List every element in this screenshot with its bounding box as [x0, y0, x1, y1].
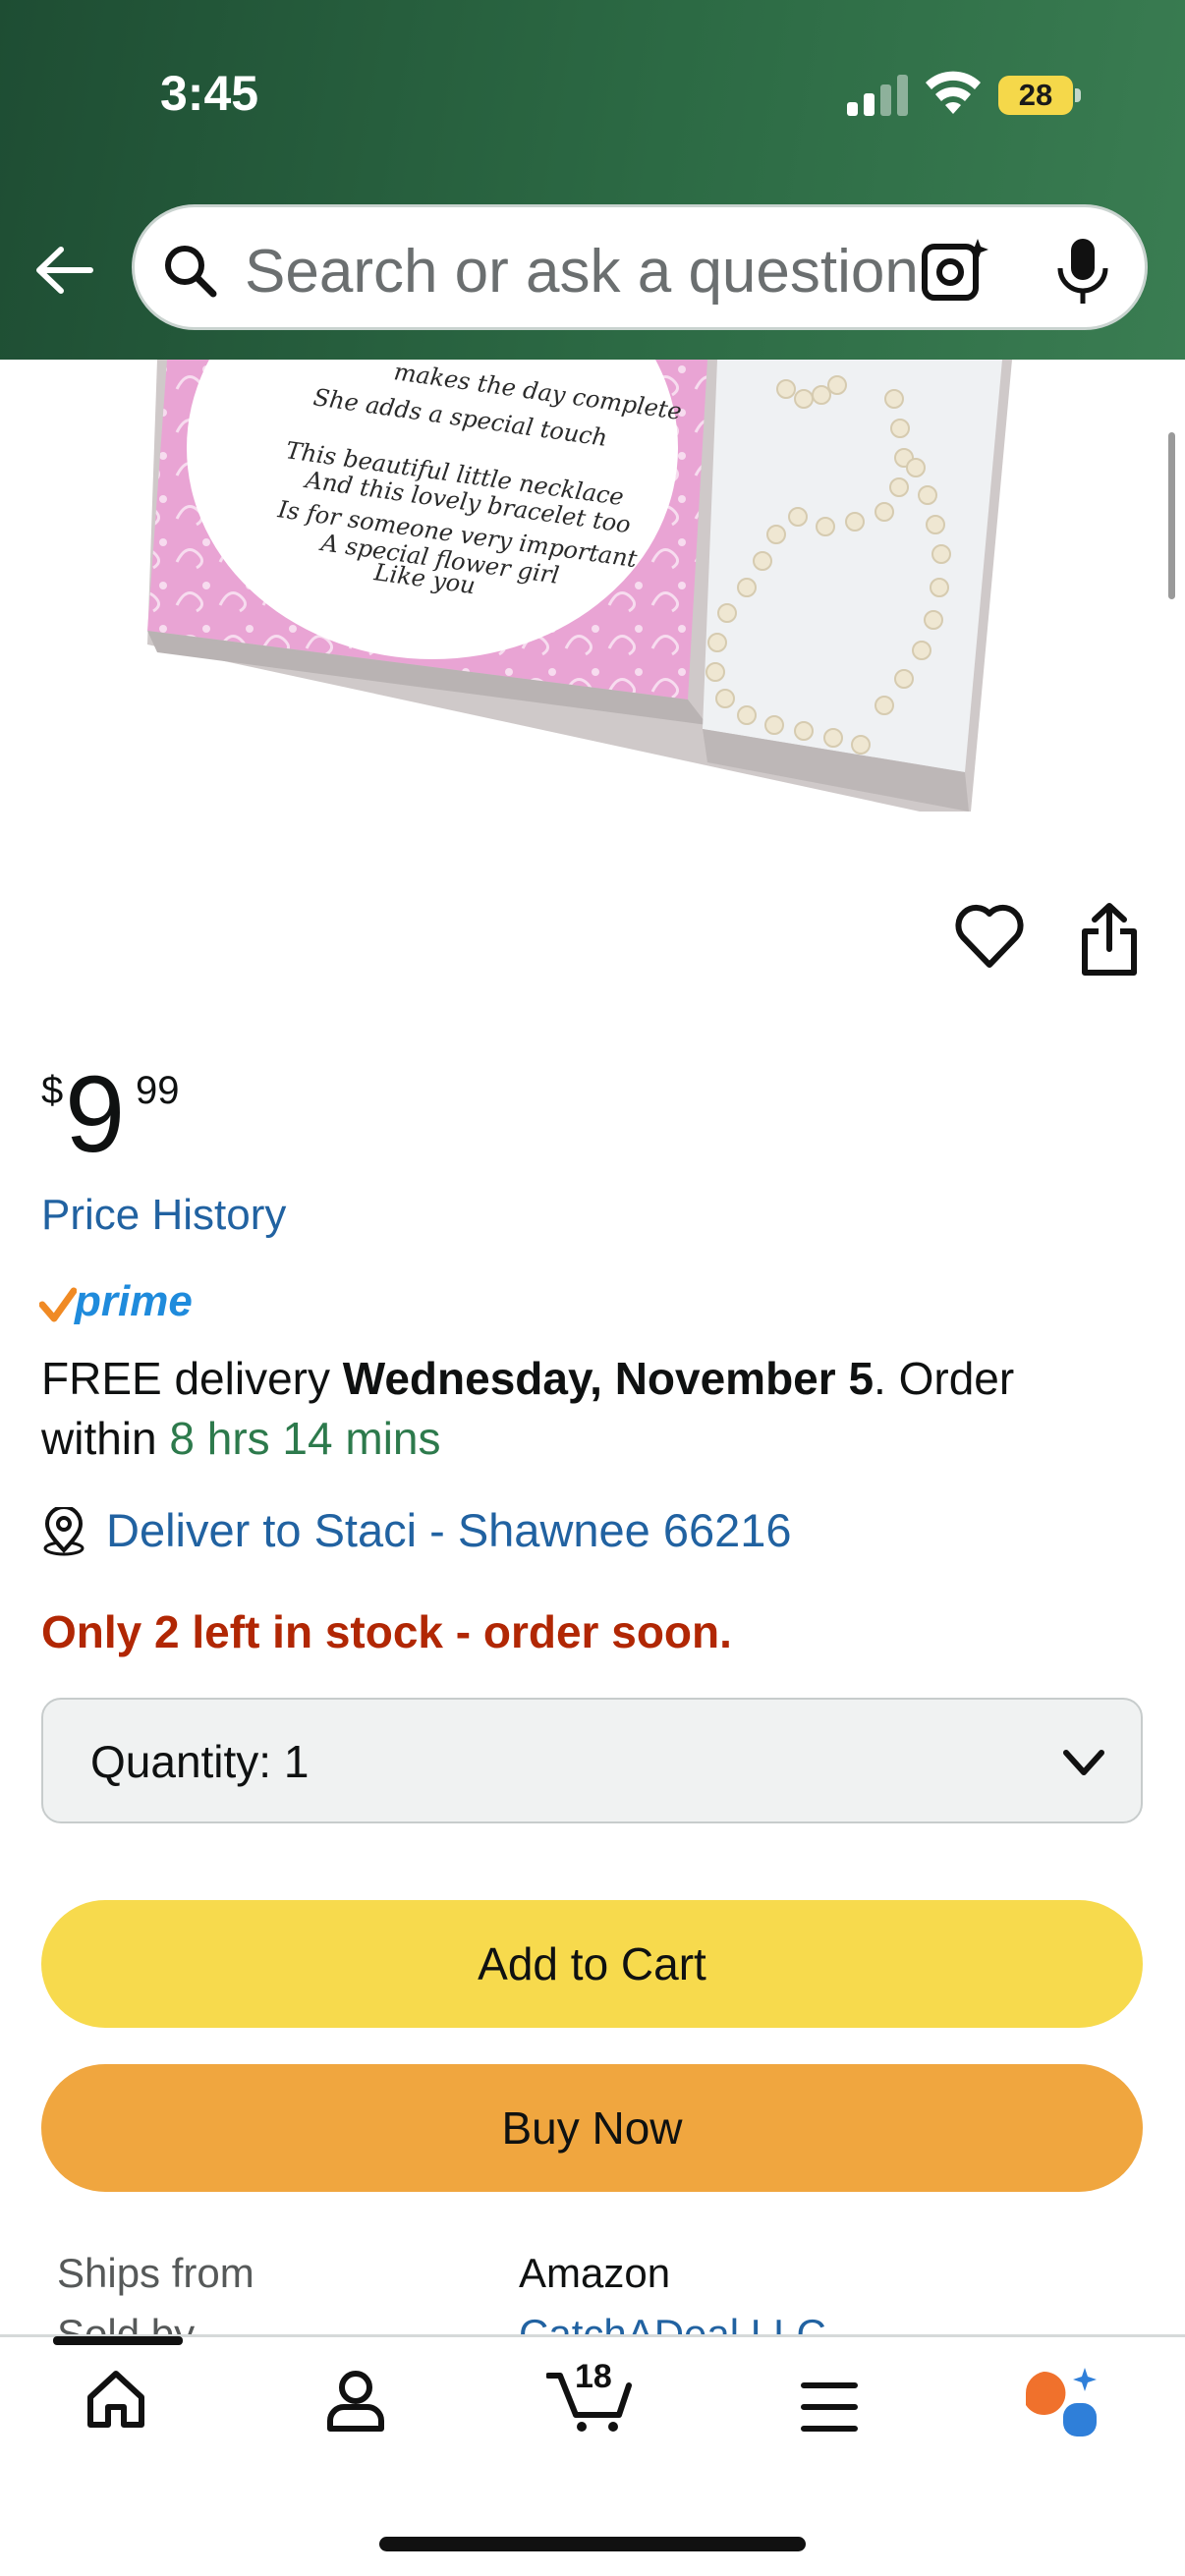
- home-icon[interactable]: [85, 2368, 147, 2431]
- microphone-icon[interactable]: [1052, 237, 1113, 306]
- price-whole: 9: [65, 1054, 126, 1175]
- heart-icon[interactable]: [953, 900, 1026, 973]
- header-bar: 3:45 28 Search or ask a question: [0, 0, 1185, 360]
- buy-now-button[interactable]: Buy Now: [41, 2064, 1143, 2192]
- quantity-label-text: Quantity:: [90, 1736, 272, 1787]
- account-icon[interactable]: [324, 2368, 387, 2433]
- ships-from-label: Ships from: [57, 2250, 254, 2296]
- battery-indicator: 28: [998, 76, 1081, 115]
- cellular-signal-icon: [847, 75, 908, 116]
- share-icon[interactable]: [1077, 902, 1142, 977]
- delivery-date: Wednesday, November 5: [342, 1353, 875, 1404]
- wifi-icon: [926, 71, 981, 114]
- stock-warning: Only 2 left in stock - order soon.: [41, 1606, 732, 1657]
- location-pin-icon: [43, 1507, 85, 1556]
- back-arrow-icon[interactable]: [29, 236, 98, 305]
- prime-label: prime: [75, 1277, 193, 1325]
- delivery-prefix: FREE delivery: [41, 1353, 343, 1404]
- price-symbol: $: [41, 1069, 64, 1112]
- search-icon: [165, 246, 217, 298]
- camera-lens-icon[interactable]: [921, 237, 989, 302]
- price-fraction: 99: [136, 1069, 180, 1112]
- delivery-info: FREE delivery Wednesday, November 5. Ord…: [41, 1349, 1142, 1469]
- chevron-down-icon: [1063, 1750, 1104, 1775]
- deliver-to-text[interactable]: Deliver to Staci - Shawnee 66216: [106, 1503, 792, 1557]
- price-history-link[interactable]: Price History: [41, 1191, 286, 1240]
- ships-from-value: Amazon: [519, 2250, 671, 2296]
- rufus-ai-icon[interactable]: [1022, 2368, 1100, 2440]
- nav-active-indicator: [53, 2336, 183, 2345]
- battery-level: 28: [1018, 78, 1053, 112]
- search-bar[interactable]: Search or ask a question: [132, 204, 1148, 330]
- quantity-label: Quantity: 1: [90, 1735, 309, 1788]
- scrollbar[interactable]: [1168, 432, 1175, 599]
- menu-icon[interactable]: [800, 2378, 859, 2436]
- quantity-value: 1: [283, 1736, 310, 1787]
- quantity-dropdown[interactable]: Quantity: 1: [41, 1698, 1143, 1823]
- cart-count: 18: [575, 2358, 612, 2395]
- add-to-cart-button[interactable]: Add to Cart: [41, 1900, 1143, 2028]
- home-indicator: [379, 2537, 806, 2551]
- prime-badge: prime: [39, 1277, 206, 1330]
- delivery-countdown: 8 hrs 14 mins: [169, 1413, 441, 1464]
- status-time: 3:45: [160, 66, 259, 121]
- prime-check-icon: [39, 1287, 77, 1322]
- product-image[interactable]: makes the day complete She adds a specia…: [0, 360, 1185, 831]
- search-input[interactable]: Search or ask a question: [245, 237, 919, 307]
